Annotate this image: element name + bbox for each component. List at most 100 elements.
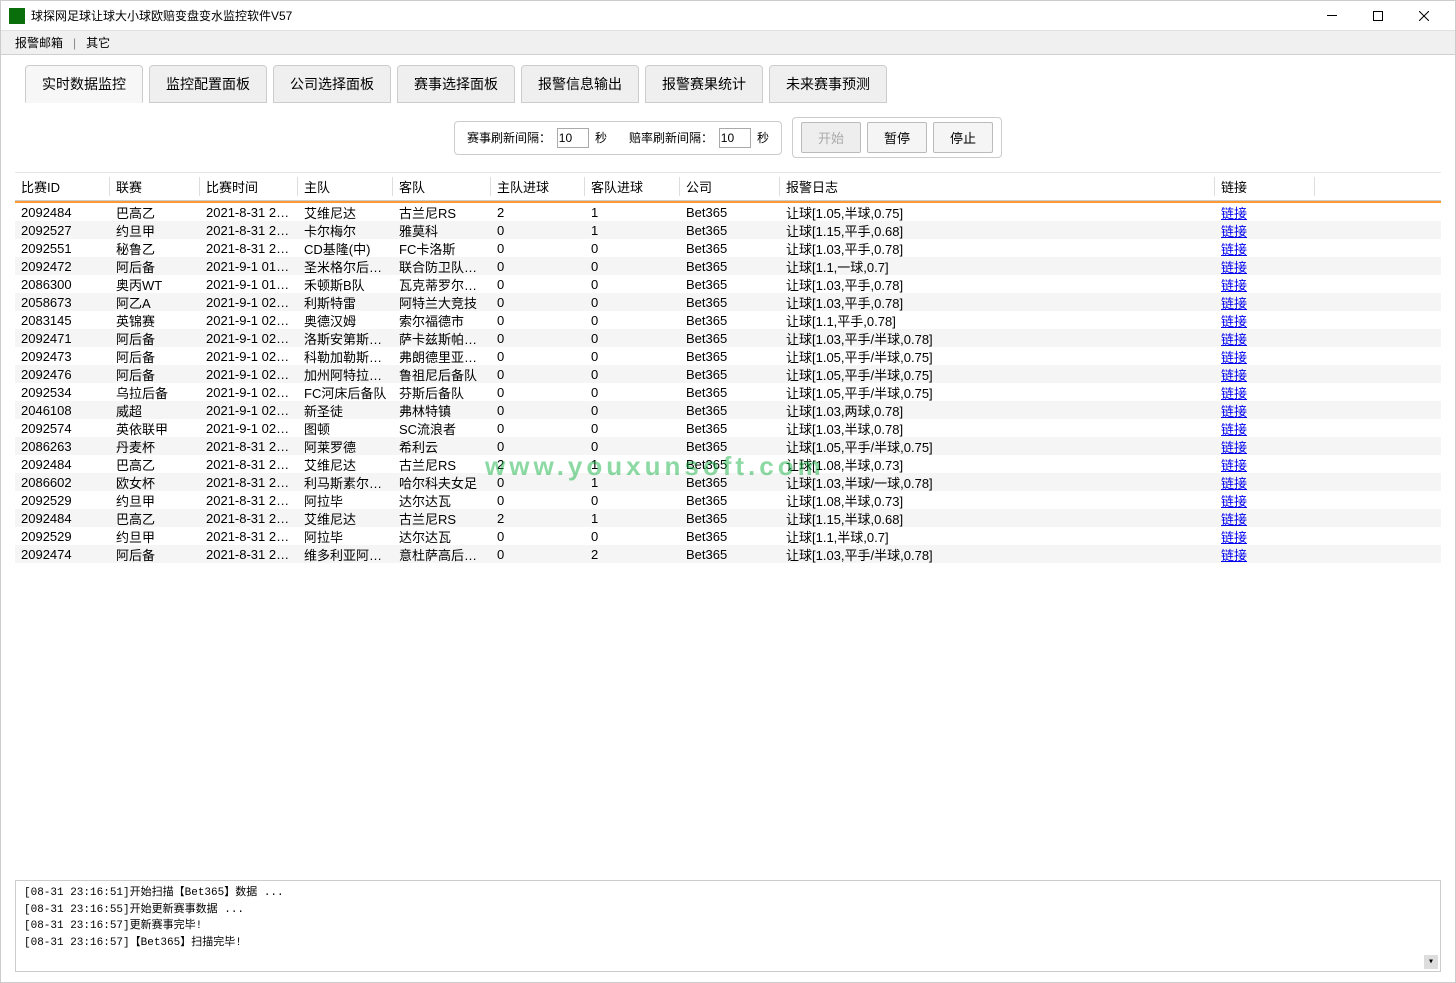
link-cell[interactable]: 链接 <box>1215 275 1315 294</box>
stop-button[interactable]: 停止 <box>933 122 993 153</box>
col-header-3[interactable]: 主队 <box>298 177 393 196</box>
tab-5[interactable]: 报警赛果统计 <box>645 65 763 103</box>
table-row[interactable]: 2086300奥丙WT2021-9-1 01:30禾顿斯B队瓦克蒂罗尔B队00B… <box>15 275 1441 293</box>
cell: 意杜萨高后备队 <box>393 545 491 564</box>
table-row[interactable]: 2092474阿后备2021-8-31 22:...维多利亚阿里纳...意杜萨高… <box>15 545 1441 563</box>
link-cell[interactable]: 链接 <box>1215 401 1315 420</box>
link-cell[interactable]: 链接 <box>1215 527 1315 546</box>
cell: 阿莱罗德 <box>298 437 393 456</box>
scroll-down-icon[interactable]: ▾ <box>1424 955 1438 969</box>
cell: 2092529 <box>15 529 110 544</box>
cell: Bet365 <box>680 367 780 382</box>
col-header-8[interactable]: 报警日志 <box>780 177 1215 196</box>
cell: 2021-9-1 01:00 <box>200 259 298 274</box>
cell: 英依联甲 <box>110 419 200 438</box>
cell: 2092474 <box>15 547 110 562</box>
menu-other[interactable]: 其它 <box>80 32 116 53</box>
col-header-0[interactable]: 比赛ID <box>15 177 110 196</box>
tab-0[interactable]: 实时数据监控 <box>25 65 143 103</box>
table-row[interactable]: 2092484巴高乙2021-8-31 22:...艾维尼达古兰尼RS21Bet… <box>15 509 1441 527</box>
cell: Bet365 <box>680 277 780 292</box>
cell: 0 <box>491 475 585 490</box>
table-row[interactable]: 2092476阿后备2021-9-1 02:00加州阿特拉斯后...鲁祖尼后备队… <box>15 365 1441 383</box>
table-row[interactable]: 2092473阿后备2021-9-1 02:00科勒加勒斯后备...弗朗德里亚后… <box>15 347 1441 365</box>
link-cell[interactable]: 链接 <box>1215 329 1315 348</box>
table-scroll[interactable]: 2092484巴高乙2021-8-31 22:...艾维尼达古兰尼RS21Bet… <box>15 201 1441 874</box>
link-cell[interactable]: 链接 <box>1215 257 1315 276</box>
link-cell[interactable]: 链接 <box>1215 311 1315 330</box>
cell: 2092484 <box>15 457 110 472</box>
link-cell[interactable]: 链接 <box>1215 383 1315 402</box>
col-header-7[interactable]: 公司 <box>680 177 780 196</box>
table-row[interactable]: 2086602欧女杯2021-8-31 23:...利马斯素尔女足哈尔科夫女足0… <box>15 473 1441 491</box>
cell: Bet365 <box>680 295 780 310</box>
cell: 科勒加勒斯后备... <box>298 347 393 366</box>
link-cell[interactable]: 链接 <box>1215 419 1315 438</box>
cell: 索尔福德市 <box>393 311 491 330</box>
cell: 2021-8-31 23:... <box>200 439 298 454</box>
col-header-6[interactable]: 客队进球 <box>585 177 680 196</box>
cell: 0 <box>491 223 585 238</box>
link-cell[interactable]: 链接 <box>1215 365 1315 384</box>
maximize-button[interactable] <box>1355 1 1401 31</box>
cell: 奥德汉姆 <box>298 311 393 330</box>
pause-button[interactable]: 暂停 <box>867 122 927 153</box>
cell: 2021-8-31 22:... <box>200 511 298 526</box>
tab-4[interactable]: 报警信息输出 <box>521 65 639 103</box>
link-cell[interactable]: 链接 <box>1215 491 1315 510</box>
cell: Bet365 <box>680 457 780 472</box>
log-area[interactable]: [08-31 23:16:51]开始扫描【Bet365】数据 ...[08-31… <box>15 880 1441 972</box>
table-row[interactable]: 2092529约旦甲2021-8-31 22:...阿拉毕达尔达瓦00Bet36… <box>15 491 1441 509</box>
menu-alarm-email[interactable]: 报警邮箱 <box>9 32 69 53</box>
table-row[interactable]: 2086263丹麦杯2021-8-31 23:...阿莱罗德希利云00Bet36… <box>15 437 1441 455</box>
cell: 2092484 <box>15 511 110 526</box>
cell: 2083145 <box>15 313 110 328</box>
tab-1[interactable]: 监控配置面板 <box>149 65 267 103</box>
cell: 图顿 <box>298 419 393 438</box>
minimize-button[interactable] <box>1309 1 1355 31</box>
col-header-1[interactable]: 联赛 <box>110 177 200 196</box>
cell: 2021-8-31 22:... <box>200 529 298 544</box>
table-row[interactable]: 2092534乌拉后备2021-9-1 02:00FC河床后备队芬斯后备队00B… <box>15 383 1441 401</box>
tab-2[interactable]: 公司选择面板 <box>273 65 391 103</box>
table-row[interactable]: 2092574英依联甲2021-9-1 02:45图顿SC流浪者00Bet365… <box>15 419 1441 437</box>
cell: 让球[1.1,平手,0.78] <box>780 311 1215 330</box>
col-header-5[interactable]: 主队进球 <box>491 177 585 196</box>
table-row[interactable]: 2092484巴高乙2021-8-31 22:...艾维尼达古兰尼RS21Bet… <box>15 203 1441 221</box>
link-cell[interactable]: 链接 <box>1215 455 1315 474</box>
link-cell[interactable]: 链接 <box>1215 347 1315 366</box>
link-cell[interactable]: 链接 <box>1215 473 1315 492</box>
col-header-4[interactable]: 客队 <box>393 177 491 196</box>
link-cell[interactable]: 链接 <box>1215 221 1315 240</box>
cell: 艾维尼达 <box>298 455 393 474</box>
table-row[interactable]: 2083145英锦赛2021-9-1 02:00奥德汉姆索尔福德市00Bet36… <box>15 311 1441 329</box>
link-cell[interactable]: 链接 <box>1215 239 1315 258</box>
table-row[interactable]: 2092484巴高乙2021-8-31 22:...艾维尼达古兰尼RS21Bet… <box>15 455 1441 473</box>
col-header-2[interactable]: 比赛时间 <box>200 177 298 196</box>
cell: 2021-9-1 02:00 <box>200 295 298 310</box>
table-row[interactable]: 2092551秘鲁乙2021-8-31 23:...CD基隆(中)FC卡洛斯00… <box>15 239 1441 257</box>
cell: 0 <box>585 439 680 454</box>
link-cell[interactable]: 链接 <box>1215 545 1315 564</box>
tab-3[interactable]: 赛事选择面板 <box>397 65 515 103</box>
cell: 2086300 <box>15 277 110 292</box>
link-cell[interactable]: 链接 <box>1215 437 1315 456</box>
link-cell[interactable]: 链接 <box>1215 293 1315 312</box>
col-header-9[interactable]: 链接 <box>1215 177 1315 196</box>
action-button-group: 开始 暂停 停止 <box>792 117 1002 158</box>
table-row[interactable]: 2092472阿后备2021-9-1 01:00圣米格尔后备队联合防卫队后备..… <box>15 257 1441 275</box>
start-button[interactable]: 开始 <box>801 122 861 153</box>
close-button[interactable] <box>1401 1 1447 31</box>
odds-refresh-spinner[interactable] <box>719 128 751 148</box>
table-row[interactable]: 2092529约旦甲2021-8-31 22:...阿拉毕达尔达瓦00Bet36… <box>15 527 1441 545</box>
cell: FC卡洛斯 <box>393 239 491 258</box>
table-row[interactable]: 2058673阿乙A2021-9-1 02:00利斯特雷阿特兰大竞技00Bet3… <box>15 293 1441 311</box>
table-row[interactable]: 2092471阿后备2021-9-1 02:00洛斯安第斯后备...萨卡兹斯帕斯… <box>15 329 1441 347</box>
match-refresh-spinner[interactable] <box>557 128 589 148</box>
table-row[interactable]: 2092527约旦甲2021-8-31 22:...卡尔梅尔雅莫科01Bet36… <box>15 221 1441 239</box>
link-cell[interactable]: 链接 <box>1215 203 1315 222</box>
tab-6[interactable]: 未来赛事预测 <box>769 65 887 103</box>
cell: Bet365 <box>680 475 780 490</box>
table-row[interactable]: 2046108威超2021-9-1 02:45新圣徒弗林特镇00Bet365让球… <box>15 401 1441 419</box>
link-cell[interactable]: 链接 <box>1215 509 1315 528</box>
